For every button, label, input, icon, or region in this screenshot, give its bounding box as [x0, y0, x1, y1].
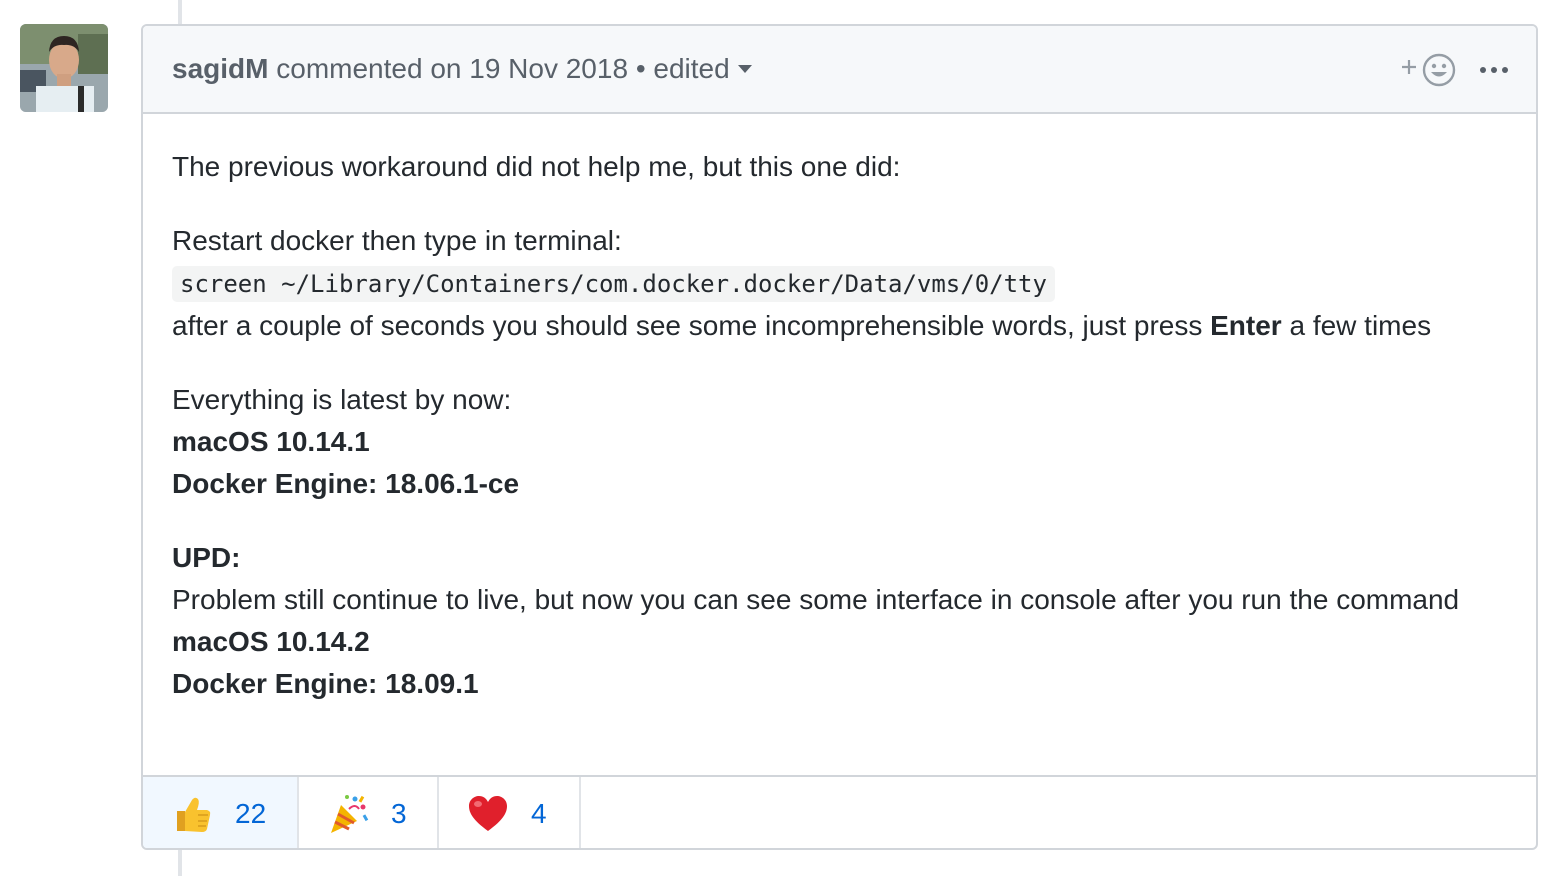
avatar[interactable] — [20, 24, 108, 112]
smiley-icon — [1422, 53, 1456, 87]
after-text-end: a few times — [1281, 310, 1432, 341]
macos-version: macOS 10.14.1 — [172, 426, 370, 457]
thumbs-up-icon — [177, 797, 211, 832]
edited-label: edited — [653, 53, 730, 84]
party-popper-icon — [331, 794, 369, 833]
chevron-down-icon — [737, 64, 752, 73]
reaction-count: 4 — [531, 797, 547, 829]
reaction-count: 3 — [391, 797, 407, 829]
body-paragraph-2: Restart docker then type in terminal: sc… — [172, 220, 1512, 347]
instruction-line: Restart docker then type in terminal: — [172, 225, 622, 256]
enter-key-text: Enter — [1210, 310, 1282, 341]
plus-icon — [1402, 60, 1416, 74]
add-reaction-button[interactable] — [1401, 52, 1461, 88]
reaction-thumbs-up[interactable]: 22 — [143, 777, 299, 848]
after-text: after a couple of seconds you should see… — [172, 310, 1211, 341]
docker-version-updated: Docker Engine: 18.09.1 — [172, 668, 479, 699]
author-link[interactable]: sagidM — [172, 53, 268, 84]
reactions-bar: 22 3 4 — [143, 775, 1536, 848]
edited-dropdown[interactable]: edited — [653, 53, 752, 84]
comment-meta: sagidM commented on 19 Nov 2018 • edited — [172, 52, 752, 86]
reaction-count: 22 — [235, 797, 267, 829]
kebab-horizontal-icon — [1480, 67, 1508, 73]
body-paragraph-4: UPD: Problem still continue to live, but… — [172, 537, 1512, 705]
separator-dot: • — [635, 53, 646, 84]
versions-intro: Everything is latest by now: — [172, 384, 512, 415]
comment-box: sagidM commented on 19 Nov 2018 • edited — [141, 24, 1538, 850]
macos-version-updated: macOS 10.14.2 — [172, 626, 370, 657]
heart-icon — [469, 795, 507, 831]
reaction-hooray[interactable]: 3 — [299, 777, 439, 848]
body-paragraph-1: The previous workaround did not help me,… — [172, 151, 901, 182]
comment-body: The previous workaround did not help me,… — [172, 146, 1512, 705]
avatar-image — [20, 24, 108, 112]
terminal-command: screen ~/Library/Containers/com.docker.d… — [172, 266, 1055, 302]
more-options-button[interactable] — [1477, 56, 1511, 84]
docker-version: Docker Engine: 18.06.1-ce — [172, 468, 520, 499]
comment-header: sagidM commented on 19 Nov 2018 • edited — [143, 26, 1536, 114]
body-paragraph-3: Everything is latest by now: macOS 10.14… — [172, 379, 1512, 505]
update-text: Problem still continue to live, but now … — [172, 584, 1460, 615]
reaction-heart[interactable]: 4 — [439, 777, 581, 848]
comment-timestamp[interactable]: commented on 19 Nov 2018 — [276, 53, 628, 84]
update-heading: UPD: — [172, 542, 241, 573]
